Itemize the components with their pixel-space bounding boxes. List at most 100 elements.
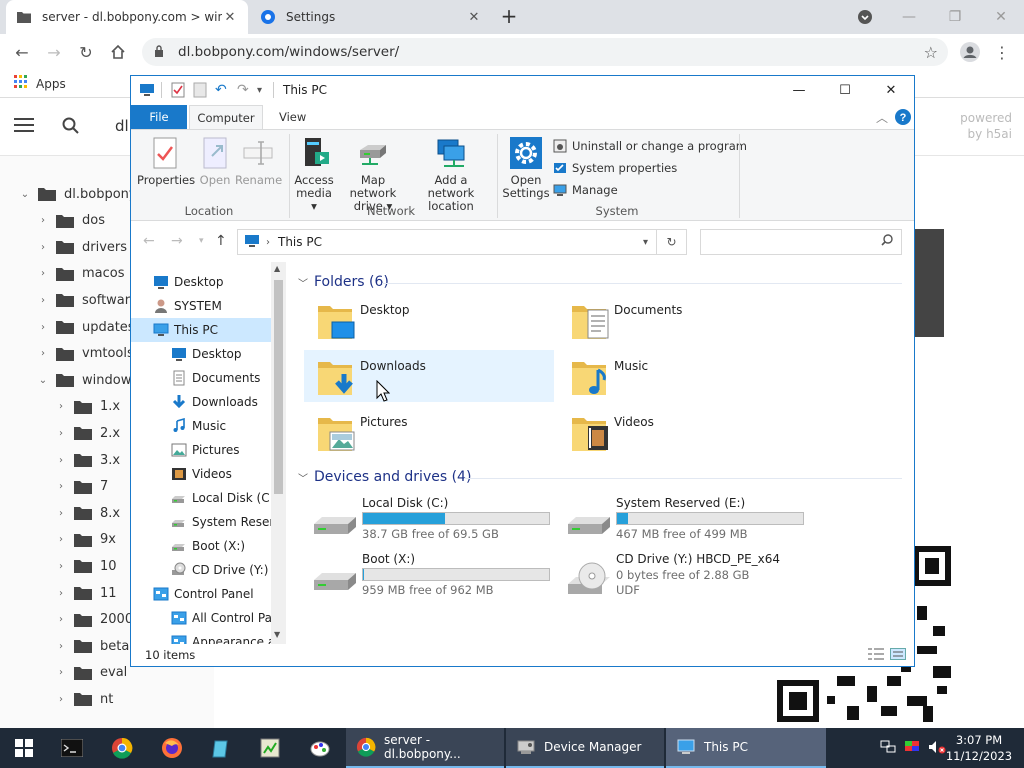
tree-item[interactable]: › 10 bbox=[54, 553, 117, 579]
chevron-right-icon[interactable]: › bbox=[54, 641, 68, 652]
apps-grid-icon[interactable] bbox=[14, 75, 28, 92]
tree-item[interactable]: › 2.x bbox=[54, 420, 120, 446]
tree-item[interactable]: › 3.x bbox=[54, 447, 120, 473]
close-icon[interactable]: ✕ bbox=[222, 10, 238, 25]
display-icon[interactable] bbox=[904, 740, 920, 757]
chevron-right-icon[interactable]: › bbox=[54, 481, 68, 492]
chevron-right-icon[interactable]: › bbox=[266, 237, 270, 248]
customize-qat-icon[interactable]: ▾ bbox=[257, 85, 273, 101]
chevron-right-icon[interactable]: › bbox=[54, 428, 68, 439]
cmd-taskbar-icon[interactable] bbox=[48, 728, 96, 768]
tree-item[interactable]: › vmtools bbox=[36, 341, 134, 367]
chevron-right-icon[interactable]: › bbox=[54, 614, 68, 625]
taskbar-task[interactable]: server - dl.bobpony... bbox=[346, 728, 504, 768]
chevron-right-icon[interactable]: › bbox=[54, 561, 68, 572]
tree-item[interactable]: › nt bbox=[54, 686, 113, 712]
forward-arrow-icon[interactable]: → bbox=[171, 233, 183, 249]
chevron-right-icon[interactable]: › bbox=[54, 455, 68, 466]
apps-link[interactable]: Apps bbox=[36, 77, 66, 91]
close-icon[interactable]: ✕ bbox=[466, 10, 482, 25]
scroll-down-icon[interactable]: ▼ bbox=[274, 630, 280, 639]
chevron-right-icon[interactable]: › bbox=[54, 508, 68, 519]
nav-item[interactable]: Desktop bbox=[131, 342, 271, 366]
taskbar-task[interactable]: Device Manager bbox=[506, 728, 664, 768]
forward-button[interactable]: → bbox=[42, 40, 66, 64]
rename-button[interactable]: Rename bbox=[235, 136, 282, 187]
tree-item[interactable]: › 7 bbox=[54, 474, 108, 500]
up-arrow-icon[interactable]: ↑ bbox=[215, 233, 227, 249]
tree-item[interactable]: › 8.x bbox=[54, 500, 120, 526]
help-icon[interactable]: ? bbox=[895, 109, 911, 128]
start-button[interactable] bbox=[0, 728, 48, 768]
tree-item[interactable]: › updates bbox=[36, 314, 135, 340]
tab-settings[interactable]: Settings ✕ bbox=[250, 0, 492, 34]
explorer-close-button[interactable]: ✕ bbox=[868, 76, 914, 105]
chevron-right-icon[interactable]: › bbox=[54, 401, 68, 412]
folder-tile[interactable]: Documents bbox=[558, 294, 808, 346]
chevron-right-icon[interactable]: › bbox=[54, 534, 68, 545]
explorer-search-input[interactable] bbox=[700, 229, 902, 255]
nav-scrollbar[interactable]: ▲ ▼ bbox=[271, 262, 286, 644]
tree-item[interactable]: ⌄ dl.bobpony bbox=[18, 181, 137, 207]
manage-button[interactable]: Manage bbox=[553, 180, 618, 200]
tiles-view-icon[interactable] bbox=[890, 648, 906, 663]
new-folder-qat-icon[interactable] bbox=[193, 82, 209, 98]
drive-tile[interactable]: Boot (X:) 959 MB free of 962 MB bbox=[306, 552, 556, 606]
nav-item[interactable]: Pictures bbox=[131, 438, 271, 462]
address-path[interactable]: This PC bbox=[278, 235, 322, 249]
chevron-right-icon[interactable]: › bbox=[54, 694, 68, 705]
nav-item[interactable]: System Reserve bbox=[131, 510, 271, 534]
home-button[interactable] bbox=[106, 40, 130, 64]
chevron-down-icon[interactable]: ⌄ bbox=[36, 375, 50, 386]
chevron-right-icon[interactable]: › bbox=[36, 215, 50, 226]
chevron-right-icon[interactable]: › bbox=[54, 588, 68, 599]
explorer-minimize-button[interactable]: — bbox=[776, 76, 822, 105]
nav-item[interactable]: SYSTEM bbox=[131, 294, 271, 318]
nav-item[interactable]: Videos bbox=[131, 462, 271, 486]
open-button[interactable]: Open bbox=[195, 136, 235, 187]
nav-item[interactable]: Desktop bbox=[131, 270, 271, 294]
taskbar-clock[interactable]: 3:07 PM 11/12/2023 bbox=[944, 732, 1014, 764]
open-settings-button[interactable]: Open Settings bbox=[501, 136, 551, 200]
redo-icon[interactable]: ↷ bbox=[237, 82, 253, 98]
address-bar[interactable]: dl.bobpony.com/windows/server/ ☆ bbox=[142, 38, 948, 66]
minimize-button[interactable]: — bbox=[886, 0, 932, 34]
paint-taskbar-icon[interactable] bbox=[296, 728, 344, 768]
tree-item[interactable]: › 2000 bbox=[54, 607, 133, 633]
back-button[interactable]: ← bbox=[10, 40, 34, 64]
chevron-right-icon[interactable]: › bbox=[36, 268, 50, 279]
tab-computer[interactable]: Computer bbox=[189, 105, 263, 129]
folder-tile[interactable]: Downloads bbox=[304, 350, 554, 402]
tree-item[interactable]: ⌄ window bbox=[36, 367, 132, 393]
restore-button[interactable]: ❐ bbox=[932, 0, 978, 34]
tree-item[interactable]: › macos bbox=[36, 261, 125, 287]
tab-file[interactable]: File bbox=[131, 105, 187, 129]
map-network-drive-button[interactable]: Map network drive ▾ bbox=[337, 136, 409, 213]
nav-item[interactable]: Documents bbox=[131, 366, 271, 390]
menu-dots-icon[interactable]: ⋮ bbox=[990, 40, 1014, 64]
nav-item[interactable]: Boot (X:) bbox=[131, 534, 271, 558]
scroll-up-icon[interactable]: ▲ bbox=[274, 264, 280, 273]
tab-view[interactable]: View bbox=[267, 105, 318, 129]
chevron-right-icon[interactable]: › bbox=[36, 242, 50, 253]
details-view-icon[interactable] bbox=[868, 648, 884, 663]
bookmark-star-icon[interactable]: ☆ bbox=[924, 43, 938, 62]
reload-button[interactable]: ↻ bbox=[74, 40, 98, 64]
nav-item[interactable]: This PC bbox=[131, 318, 271, 342]
folder-tile[interactable]: Desktop bbox=[304, 294, 554, 346]
tree-item[interactable]: › beta bbox=[54, 633, 129, 659]
firefox-taskbar-icon[interactable] bbox=[148, 728, 196, 768]
taskbar-task[interactable]: This PC bbox=[666, 728, 826, 768]
recent-locations-icon[interactable]: ▾ bbox=[199, 236, 204, 246]
tab-search-button[interactable] bbox=[842, 0, 888, 34]
properties-button[interactable]: Properties bbox=[137, 136, 195, 187]
properties-qat-icon[interactable] bbox=[171, 82, 187, 98]
chrome-taskbar-icon[interactable] bbox=[98, 728, 146, 768]
tree-item[interactable]: › 9x bbox=[54, 527, 116, 553]
chevron-right-icon[interactable]: › bbox=[54, 667, 68, 678]
profile-icon[interactable] bbox=[958, 40, 982, 64]
uninstall-program-button[interactable]: Uninstall or change a program bbox=[553, 136, 747, 156]
folders-section-header[interactable]: ﹀ Folders (6) bbox=[298, 272, 389, 292]
tree-item[interactable]: › dos bbox=[36, 208, 105, 234]
back-arrow-icon[interactable]: ← bbox=[143, 233, 155, 249]
